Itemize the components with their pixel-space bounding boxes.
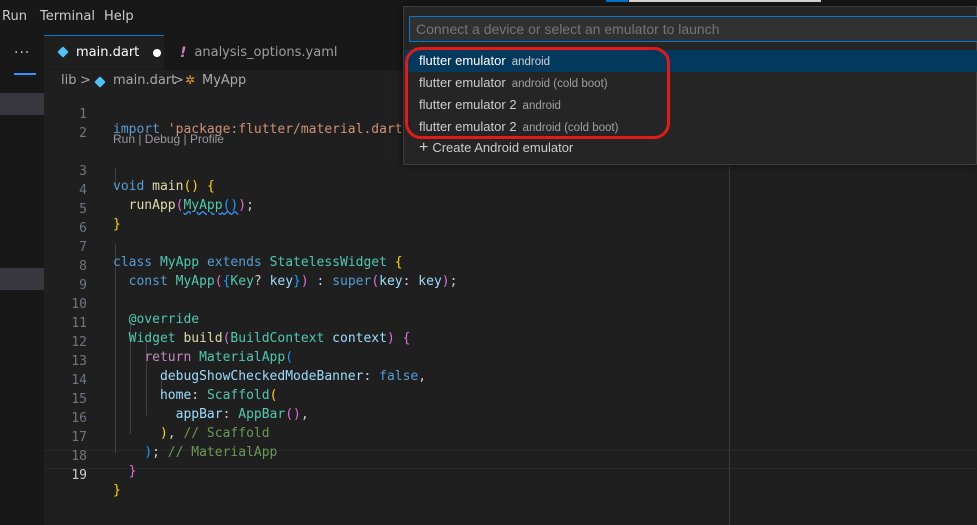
sidebar-item[interactable] (0, 93, 44, 115)
title-strip (629, 0, 821, 2)
code-line: 8 const MyApp({Key? key}) : super(key: k… (44, 244, 977, 289)
code-line: 5 } (44, 187, 977, 232)
chevron-right-icon: > (80, 73, 91, 88)
breadcrumb-symbol[interactable]: MyApp (202, 73, 246, 88)
menu-run[interactable]: Run (2, 9, 27, 24)
tab-label: main.dart (76, 45, 140, 60)
code-line: 12 return MaterialApp( (44, 320, 977, 365)
dart-icon (58, 47, 70, 59)
sidebar: ··· (0, 35, 44, 525)
red-annotation-outline (405, 47, 670, 139)
code-line: 15 appBar: AppBar(), (44, 377, 977, 422)
line-number: 19 (71, 468, 87, 483)
line-number: 2 (79, 126, 87, 141)
codelens-run-debug-profile[interactable]: Run | Debug | Profile (113, 132, 224, 146)
code-line: 13 debugShowCheckedModeBanner: false, (44, 339, 977, 384)
menu-help[interactable]: Help (104, 9, 134, 24)
sidebar-active-indicator (14, 73, 36, 75)
device-search-input[interactable] (409, 16, 977, 42)
plus-icon: + (419, 139, 429, 156)
breadcrumb-folder[interactable]: lib (61, 73, 76, 88)
menu-terminal[interactable]: Terminal (40, 9, 95, 24)
breadcrumb-file[interactable]: main.dart (113, 73, 176, 88)
item-label: Create Android emulator (432, 140, 574, 155)
sidebar-item[interactable] (0, 268, 44, 290)
code-line: 16 ), // Scaffold (44, 396, 977, 441)
code-line: 7 class MyApp extends StatelessWidget { (44, 225, 977, 270)
chevron-right-icon: > (173, 73, 184, 88)
code-line: 4 runApp(MyApp()); (44, 168, 977, 213)
class-symbol-icon: ✲ (185, 73, 196, 87)
code-line: 18 } (44, 434, 977, 479)
create-android-emulator-item[interactable]: + Create Android emulator (405, 138, 977, 160)
dart-icon (95, 77, 107, 93)
unsaved-dot-icon[interactable] (153, 48, 162, 57)
exclamation-icon: ! (180, 44, 187, 61)
code-line: 14 home: Scaffold( (44, 358, 977, 403)
tab-label: analysis_options.yaml (194, 45, 338, 60)
code-line: 10 @override (44, 282, 977, 327)
code-line: 17 ); // MaterialApp (44, 415, 977, 460)
code-line: 6 (44, 206, 977, 236)
tab-analysis-options[interactable]: ! analysis_options.yaml (166, 35, 346, 70)
more-actions-icon[interactable]: ··· (14, 45, 30, 61)
code-line: 19 } (44, 453, 977, 498)
code-line: 11 Widget build(BuildContext context) { (44, 301, 977, 346)
tab-main-dart[interactable]: main.dart (44, 35, 164, 69)
code-line: 9 (44, 263, 977, 293)
title-accent (606, 0, 628, 2)
